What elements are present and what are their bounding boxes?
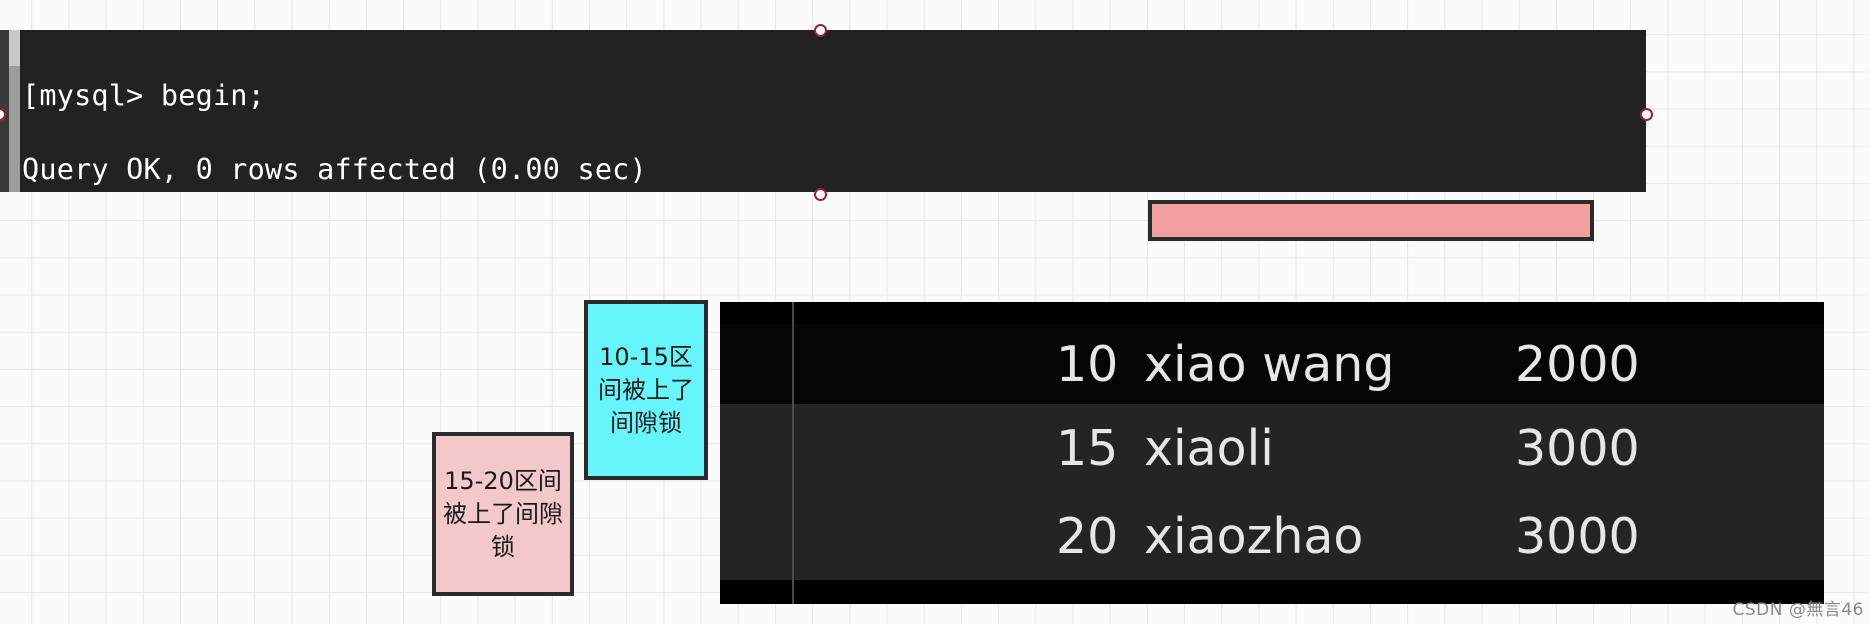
selection-handle-top[interactable] <box>814 24 827 37</box>
terminal-line-2: Query OK, 0 rows affected (0.00 sec) <box>22 153 647 186</box>
table-row: 20 xiaozhao 3000 <box>720 492 1824 580</box>
table-cell-amount: 3000 <box>1515 419 1640 477</box>
selection-handle-bottom[interactable] <box>814 188 827 201</box>
table-cell-id: 20 <box>1056 507 1119 565</box>
table-cell-id: 10 <box>1056 335 1119 393</box>
note-gap-lock-15-20[interactable]: 15-20区间被上了间隙锁 <box>432 432 574 596</box>
terminal-text-block: [mysql> begin; Query OK, 0 rows affected… <box>22 40 1646 192</box>
table-cell-id: 15 <box>1056 419 1119 477</box>
table-row: 10 xiao wang 2000 <box>720 324 1824 404</box>
watermark: CSDN @無言46 <box>1732 600 1864 620</box>
terminal-screenshot[interactable]: [mysql> begin; Query OK, 0 rows affected… <box>0 30 1646 192</box>
table-cell-name: xiaozhao <box>1144 507 1364 565</box>
note-gap-lock-10-15[interactable]: 10-15区间被上了间隙锁 <box>584 300 708 480</box>
table-row: 15 xiaoli 3000 <box>720 404 1824 492</box>
table-cell-amount: 3000 <box>1515 507 1640 565</box>
table-cell-name: xiaoli <box>1144 419 1274 477</box>
whiteboard-canvas[interactable]: [mysql> begin; Query OK, 0 rows affected… <box>0 0 1870 624</box>
table-cell-name: xiao wang <box>1144 335 1395 393</box>
note-gap-lock-10-15-text: 10-15区间被上了间隙锁 <box>598 342 694 437</box>
table-divider-line <box>792 302 794 604</box>
terminal-line-1: [mysql> begin; <box>22 79 266 112</box>
terminal-scrollbar-thumb[interactable] <box>9 66 20 192</box>
note-gap-lock-15-20-text: 15-20区间被上了间隙锁 <box>443 466 563 561</box>
table-footer-strip <box>720 580 1824 604</box>
highlight-rectangle[interactable] <box>1148 200 1594 241</box>
result-table-screenshot[interactable]: 10 xiao wang 2000 15 xiaoli 3000 20 xiao… <box>720 302 1824 604</box>
table-cell-amount: 2000 <box>1515 335 1640 393</box>
selection-handle-right[interactable] <box>1640 108 1653 121</box>
